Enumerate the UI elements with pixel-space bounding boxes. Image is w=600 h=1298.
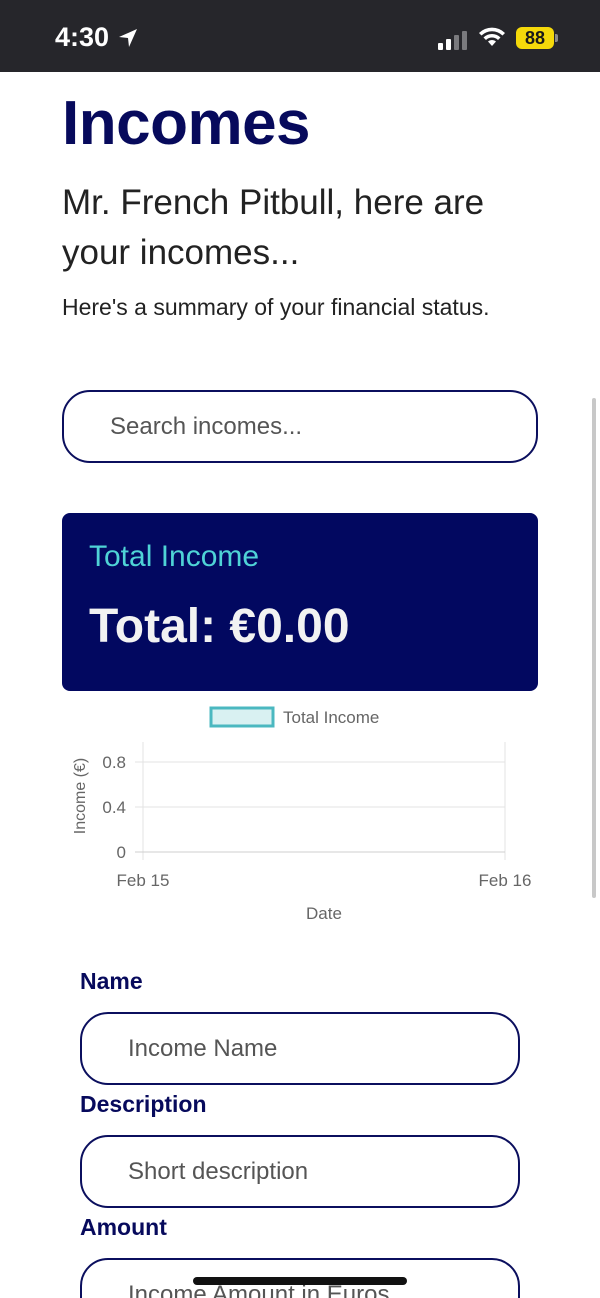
chart-legend[interactable]: Total Income (209, 706, 379, 728)
amount-label: Amount (80, 1214, 167, 1240)
legend-label: Total Income (283, 708, 379, 727)
chart-y-tick-label: 0 (117, 843, 126, 862)
chart-y-axis-label: Income (€) (72, 758, 89, 834)
chart-y-ticks: 0 0.4 0.8 (102, 753, 126, 862)
chart-y-tick-label: 0.8 (102, 753, 126, 772)
location-arrow-icon (119, 29, 137, 47)
income-chart: Total Income 0 0.4 0.8 Feb 15 Feb 16 Income… (72, 706, 532, 923)
chart-x-axis-label: Date (306, 904, 342, 923)
page-title: Incomes (62, 89, 311, 158)
legend-swatch (209, 706, 275, 728)
total-income-value: Total: €0.00 (89, 600, 350, 653)
battery-tip (555, 34, 558, 42)
wifi-icon (479, 27, 505, 46)
chart-x-ticks: Feb 15 Feb 16 (117, 871, 532, 890)
status-bar: 4:30 88 (0, 0, 600, 72)
home-indicator[interactable] (193, 1277, 407, 1285)
chart-grid (135, 742, 506, 860)
description-label: Description (80, 1091, 207, 1117)
total-income-card: Total Income Total: €0.00 (62, 513, 538, 691)
chart-y-tick-label: 0.4 (102, 798, 126, 817)
status-time: 4:30 (55, 22, 110, 52)
battery-level: 88 (524, 28, 546, 48)
income-name-field[interactable] (80, 1012, 520, 1085)
chart-x-tick-label: Feb 15 (117, 871, 170, 890)
description-field[interactable] (80, 1135, 520, 1208)
summary-text: Here's a summary of your financial statu… (62, 294, 490, 320)
chart-x-tick-label: Feb 16 (479, 871, 532, 890)
total-income-label: Total Income (89, 540, 260, 573)
search-input[interactable] (62, 390, 538, 463)
cellular-signal-icon (438, 31, 467, 50)
name-label: Name (80, 968, 143, 994)
greeting-text: Mr. French Pitbull, here are your income… (62, 183, 485, 272)
scrollbar[interactable] (592, 398, 596, 898)
battery-icon: 88 (516, 27, 554, 49)
